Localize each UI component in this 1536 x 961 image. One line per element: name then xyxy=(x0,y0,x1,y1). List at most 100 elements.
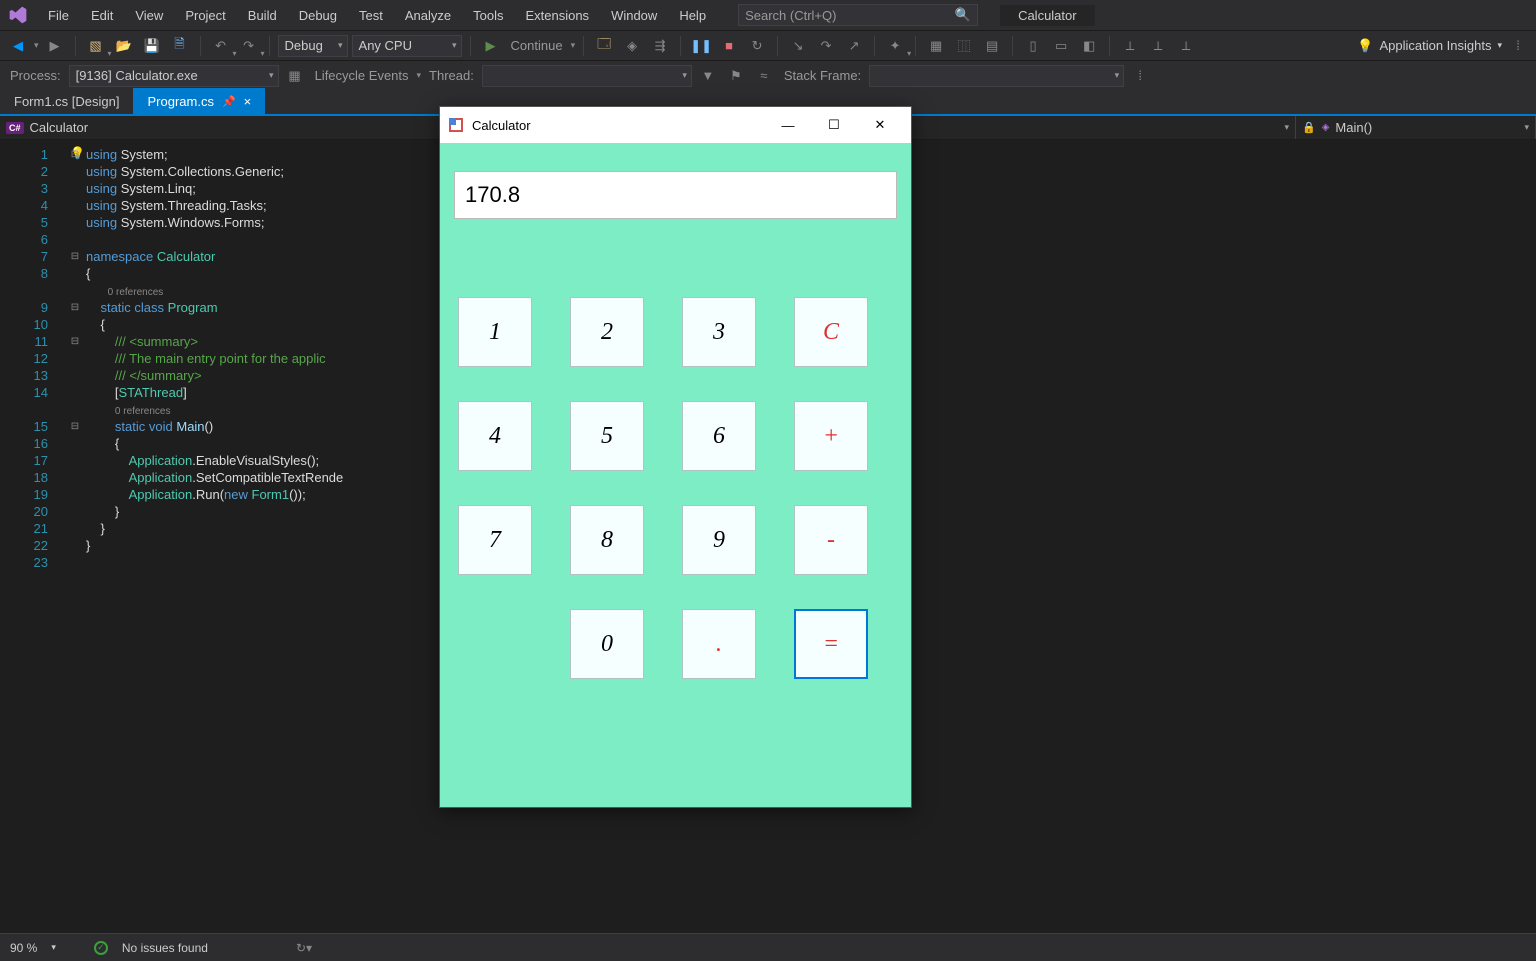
calc-key-.[interactable]: . xyxy=(682,609,756,679)
undo-icon[interactable]: ↶ xyxy=(209,34,233,58)
calculator-titlebar[interactable]: Calculator — ☐ ✕ xyxy=(440,107,911,143)
replay-icon[interactable]: ↻▾ xyxy=(296,941,312,955)
browser-icon[interactable]: 🗔 xyxy=(592,34,616,58)
calc-key-=[interactable]: = xyxy=(794,609,868,679)
misc-icon-3[interactable]: ⟂ xyxy=(1174,34,1198,58)
windows-icon-2[interactable]: ⿲ xyxy=(952,34,976,58)
calculator-window: Calculator — ☐ ✕ 170.8 123C 456 +789- 0. = xyxy=(439,106,912,808)
menu-bar: FileEditViewProjectBuildDebugTestAnalyze… xyxy=(0,0,1536,30)
lock-icon: 🔒 xyxy=(1302,121,1316,134)
windows-icon-1[interactable]: ▦ xyxy=(924,34,948,58)
calc-key-6[interactable]: 6 xyxy=(682,401,756,471)
quick-launch-search[interactable]: Search (Ctrl+Q) 🔍 xyxy=(738,4,978,26)
calculator-title: Calculator xyxy=(472,118,531,133)
misc-icon-1[interactable]: ⟂ xyxy=(1118,34,1142,58)
thread-label: Thread: xyxy=(425,68,478,83)
pause-icon[interactable]: ❚❚ xyxy=(689,34,713,58)
application-insights[interactable]: 💡 Application Insights ▾ xyxy=(1357,38,1502,54)
debug-toolbar: Process: [9136] Calculator.exe ▦ Lifecyc… xyxy=(0,60,1536,90)
lifecycle-icon[interactable]: ▦ xyxy=(283,64,307,88)
step-out-icon[interactable]: ↗ xyxy=(842,34,866,58)
fold-gutter[interactable]: ⊟⊟⊟⊟⊟ xyxy=(68,146,82,571)
continue-icon[interactable]: ▶ xyxy=(479,34,503,58)
new-project-icon[interactable]: ▧ xyxy=(84,34,108,58)
minimize-button[interactable]: — xyxy=(765,107,811,143)
overflow-icon-2[interactable]: ⁞ xyxy=(1128,64,1152,88)
menu-view[interactable]: View xyxy=(125,4,173,27)
continue-label[interactable]: Continue xyxy=(507,38,567,53)
thread-dropdown[interactable] xyxy=(482,65,692,87)
step-icon[interactable]: ⇶ xyxy=(648,34,672,58)
tab-form-designer[interactable]: Form1.cs [Design] xyxy=(0,88,133,114)
menu-project[interactable]: Project xyxy=(175,4,235,27)
main-toolbar: ◀ ▾ ▶ ▧ 📂 💾 🗎 ↶ ↷ Debug Any CPU ▶ Contin… xyxy=(0,30,1536,60)
menu-file[interactable]: File xyxy=(38,4,79,27)
open-file-icon[interactable]: 📂 xyxy=(112,34,136,58)
threads-icon[interactable]: ≈ xyxy=(752,64,776,88)
filter-icon[interactable]: ▼ xyxy=(696,64,720,88)
windows-icon-3[interactable]: ▤ xyxy=(980,34,1004,58)
stop-icon[interactable]: ■ xyxy=(717,34,741,58)
redo-icon[interactable]: ↷ xyxy=(237,34,261,58)
calc-key--[interactable]: - xyxy=(794,505,868,575)
csharp-icon: C# xyxy=(6,122,24,134)
calc-key-9[interactable]: 9 xyxy=(682,505,756,575)
tab-program-cs[interactable]: Program.cs 📌 × xyxy=(133,88,265,114)
menu-help[interactable]: Help xyxy=(669,4,716,27)
stackframe-label: Stack Frame: xyxy=(780,68,865,83)
calc-key-7[interactable]: 7 xyxy=(458,505,532,575)
calc-key-4[interactable]: 4 xyxy=(458,401,532,471)
menu-tools[interactable]: Tools xyxy=(463,4,513,27)
config-dropdown[interactable]: Debug xyxy=(278,35,348,57)
nav-back-icon[interactable]: ◀ xyxy=(6,34,30,58)
menu-analyze[interactable]: Analyze xyxy=(395,4,461,27)
bookmark-icon[interactable]: ◧ xyxy=(1077,34,1101,58)
calc-key-8[interactable]: 8 xyxy=(570,505,644,575)
platform-dropdown[interactable]: Any CPU xyxy=(352,35,462,57)
insights-icon: 💡 xyxy=(1357,38,1373,54)
calc-key-3[interactable]: 3 xyxy=(682,297,756,367)
issues-text: No issues found xyxy=(122,941,208,955)
save-all-icon[interactable]: 🗎 xyxy=(168,34,192,58)
line-number-gutter: 1234567891011121314151617181920212223 xyxy=(0,146,68,571)
close-icon[interactable]: × xyxy=(244,94,252,109)
code-content[interactable]: using System;using System.Collections.Ge… xyxy=(86,146,343,571)
zoom-level[interactable]: 90 % xyxy=(10,941,37,955)
calculator-display[interactable]: 170.8 xyxy=(454,171,897,219)
misc-icon-2[interactable]: ⟂ xyxy=(1146,34,1170,58)
layout-icon-2[interactable]: ▭ xyxy=(1049,34,1073,58)
step-over-icon[interactable]: ↷ xyxy=(814,34,838,58)
nav-member-dropdown[interactable]: 🔒 ◈ Main() xyxy=(1296,116,1536,139)
calc-key-+[interactable]: + xyxy=(794,401,868,471)
app-icon xyxy=(448,117,464,133)
nav-forward-icon[interactable]: ▶ xyxy=(43,34,67,58)
process-dropdown[interactable]: [9136] Calculator.exe xyxy=(69,65,279,87)
calc-key-1[interactable]: 1 xyxy=(458,297,532,367)
solution-name: Calculator xyxy=(1000,5,1095,26)
step-into-icon[interactable]: ↘ xyxy=(786,34,810,58)
save-icon[interactable]: 💾 xyxy=(140,34,164,58)
overflow-icon[interactable]: ⁞ xyxy=(1506,34,1530,58)
screenshot-icon[interactable]: ◈ xyxy=(620,34,644,58)
maximize-button[interactable]: ☐ xyxy=(811,107,857,143)
calc-key-0[interactable]: 0 xyxy=(570,609,644,679)
flag-icon[interactable]: ⚑ xyxy=(724,64,748,88)
menu-window[interactable]: Window xyxy=(601,4,667,27)
search-placeholder: Search (Ctrl+Q) xyxy=(745,8,836,23)
menu-edit[interactable]: Edit xyxy=(81,4,123,27)
intellitrace-icon[interactable]: ✦ xyxy=(883,34,907,58)
layout-icon-1[interactable]: ▯ xyxy=(1021,34,1045,58)
method-icon: ◈ xyxy=(1322,122,1330,133)
restart-icon[interactable]: ↻ xyxy=(745,34,769,58)
pin-icon[interactable]: 📌 xyxy=(222,95,236,108)
calc-key-5[interactable]: 5 xyxy=(570,401,644,471)
menu-build[interactable]: Build xyxy=(238,4,287,27)
calc-key-C[interactable]: C xyxy=(794,297,868,367)
menu-extensions[interactable]: Extensions xyxy=(515,4,599,27)
menu-debug[interactable]: Debug xyxy=(289,4,347,27)
close-button[interactable]: ✕ xyxy=(857,107,903,143)
stackframe-dropdown[interactable] xyxy=(869,65,1124,87)
menu-test[interactable]: Test xyxy=(349,4,393,27)
calc-key-2[interactable]: 2 xyxy=(570,297,644,367)
lifecycle-label[interactable]: Lifecycle Events xyxy=(311,68,413,83)
